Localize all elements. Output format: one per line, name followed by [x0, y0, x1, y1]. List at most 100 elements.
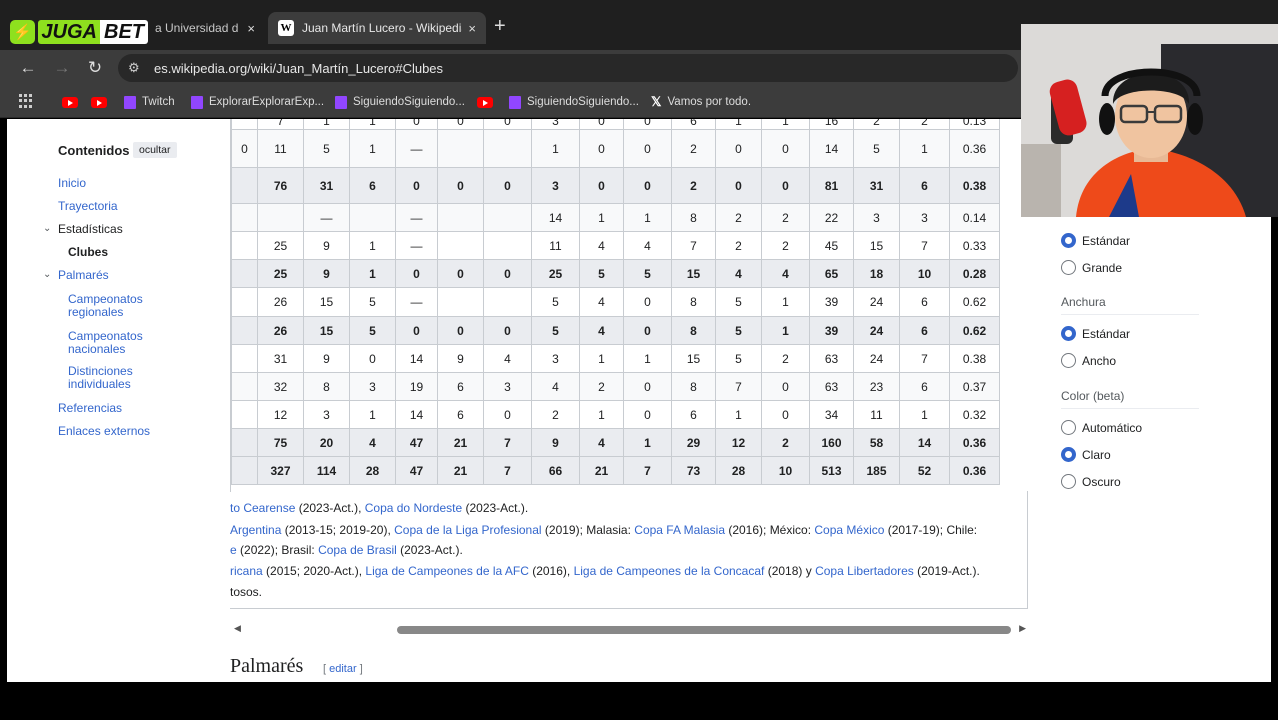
- table-cell: [231, 167, 258, 204]
- table-cell: 21: [437, 456, 484, 485]
- apps-grid-icon[interactable]: [19, 94, 33, 108]
- radio-icon[interactable]: [1061, 233, 1076, 248]
- forward-icon[interactable]: →: [50, 56, 74, 80]
- tab-universidad[interactable]: a Universidad d ×: [145, 12, 265, 44]
- footnote-link[interactable]: Argentina: [230, 523, 281, 537]
- width-wide-radio[interactable]: Ancho: [1061, 353, 1116, 368]
- color-dark-radio[interactable]: Oscuro: [1061, 474, 1121, 489]
- table-cell: 2: [531, 400, 580, 429]
- table-cell: 0.14: [949, 203, 1000, 232]
- bookmark-siguiendo-1[interactable]: SiguiendoSiguiendo...: [335, 94, 465, 110]
- table-of-contents: Contenidos ocultar Inicio Trayectoria ⌄ …: [7, 119, 207, 682]
- chevron-down-icon[interactable]: ⌄: [43, 223, 51, 234]
- table-cell: 1: [623, 203, 672, 232]
- bookmark-youtube-3[interactable]: [477, 94, 499, 110]
- reload-icon[interactable]: ↻: [83, 56, 107, 80]
- table-cell: 66: [531, 456, 580, 485]
- radio-icon[interactable]: [1061, 353, 1076, 368]
- footnote-link[interactable]: Copa do Nordeste: [365, 501, 462, 515]
- table-cell: 5: [349, 316, 396, 345]
- table-horizontal-scrollbar[interactable]: ◀ ▶: [232, 621, 1026, 635]
- table-cell: 3: [483, 372, 532, 401]
- footnote-link[interactable]: e: [230, 543, 237, 557]
- bookmark-twitch[interactable]: Twitch: [124, 94, 175, 110]
- edit-section-link[interactable]: [ editar ]: [323, 663, 363, 675]
- radio-icon[interactable]: [1061, 260, 1076, 275]
- url-text[interactable]: es.wikipedia.org/wiki/Juan_Martín_Lucero…: [154, 61, 443, 76]
- table-cell: 1: [531, 129, 580, 168]
- table-cell: 9: [303, 259, 350, 288]
- footnote-link[interactable]: ricana: [230, 564, 263, 578]
- toc-item-enlaces-externos[interactable]: Enlaces externos: [58, 425, 150, 438]
- table-cell: 0.33: [949, 231, 1000, 260]
- table-cell: 0.38: [949, 167, 1000, 204]
- radio-icon[interactable]: [1061, 474, 1076, 489]
- table-cell: 39: [809, 287, 854, 317]
- footnote-link[interactable]: Liga de Campeones de la AFC: [365, 564, 528, 578]
- toc-item-distinciones-individuales[interactable]: Distinciones individuales: [68, 365, 168, 391]
- table-cell: 1: [349, 119, 396, 130]
- radio-icon[interactable]: [1061, 326, 1076, 341]
- toc-item-estadisticas[interactable]: Estadísticas: [58, 223, 123, 236]
- site-info-icon[interactable]: ⚙: [128, 60, 140, 76]
- table-cell: [483, 203, 532, 232]
- logo-text-juga: JUGA: [38, 20, 100, 44]
- scroll-left-icon[interactable]: ◀: [234, 623, 241, 634]
- new-tab-button[interactable]: +: [494, 16, 506, 36]
- table-cell: 5: [623, 259, 672, 288]
- table-cell: 81: [809, 167, 854, 204]
- table-cell: 1: [623, 344, 672, 373]
- footnote-link[interactable]: Copa de Brasil: [318, 543, 397, 557]
- bookmark-x[interactable]: 𝕏 Vamos por todo.: [651, 94, 751, 110]
- toc-hide-button[interactable]: ocultar: [133, 142, 177, 158]
- tab-wikipedia[interactable]: W Juan Martín Lucero - Wikipedia ×: [268, 12, 486, 44]
- toc-item-campeonatos-regionales[interactable]: Campeonatos regionales: [68, 293, 168, 319]
- close-icon[interactable]: ×: [247, 21, 255, 36]
- close-icon[interactable]: ×: [468, 21, 476, 36]
- table-cell: 0: [761, 129, 810, 168]
- toc-item-campeonatos-nacionales[interactable]: Campeonatos nacionales: [68, 330, 168, 356]
- back-icon[interactable]: ←: [16, 56, 40, 80]
- footnote-link[interactable]: Copa FA Malasia: [634, 523, 725, 537]
- table-cell: 0.37: [949, 372, 1000, 401]
- table-cell: 3: [853, 203, 900, 232]
- text-size-large-radio[interactable]: Grande: [1061, 260, 1122, 275]
- edit-link[interactable]: editar: [329, 663, 357, 675]
- table-cell: 18: [853, 259, 900, 288]
- footnote-link[interactable]: Copa de la Liga Profesional: [394, 523, 541, 537]
- footnote-text: (2022); Brasil:: [236, 543, 319, 557]
- table-cell: 0: [623, 372, 672, 401]
- table-cell: 45: [809, 231, 854, 260]
- table-cell: 7: [623, 456, 672, 485]
- address-bar[interactable]: ⚙ es.wikipedia.org/wiki/Juan_Martín_Luce…: [118, 54, 1018, 82]
- footnote-link[interactable]: to Cearense: [230, 501, 295, 515]
- color-auto-radio[interactable]: Automático: [1061, 420, 1142, 435]
- chevron-down-icon[interactable]: ⌄: [43, 269, 51, 280]
- bookmark-explorar[interactable]: ExplorarExplorarExp...: [191, 94, 324, 110]
- toc-item-clubes[interactable]: Clubes: [68, 246, 108, 259]
- footnote-link[interactable]: Copa Libertadores: [815, 564, 914, 578]
- bookmark-siguiendo-2[interactable]: SiguiendoSiguiendo...: [509, 94, 639, 110]
- bookmark-youtube-2[interactable]: [91, 94, 113, 110]
- toc-item-trayectoria[interactable]: Trayectoria: [58, 200, 118, 213]
- bookmark-youtube-1[interactable]: [62, 94, 84, 110]
- table-cell: 2: [761, 203, 810, 232]
- table-cell: 5: [531, 287, 580, 317]
- text-size-standard-radio[interactable]: Estándar: [1061, 233, 1130, 248]
- table-cell: 0: [761, 167, 810, 204]
- table-cell: [483, 287, 532, 317]
- footnote-link[interactable]: Liga de Campeones de la Concacaf: [574, 564, 765, 578]
- radio-icon[interactable]: [1061, 447, 1076, 462]
- footnote-link[interactable]: Copa México: [814, 523, 884, 537]
- radio-icon[interactable]: [1061, 420, 1076, 435]
- scrollbar-thumb[interactable]: [397, 626, 1011, 634]
- table-cell: 24: [853, 316, 900, 345]
- toc-item-referencias[interactable]: Referencias: [58, 402, 122, 415]
- color-light-radio[interactable]: Claro: [1061, 447, 1111, 462]
- width-standard-radio[interactable]: Estándar: [1061, 326, 1130, 341]
- toc-item-inicio[interactable]: Inicio: [58, 177, 86, 190]
- table-cell: 0.36: [949, 129, 1000, 168]
- scroll-right-icon[interactable]: ▶: [1019, 623, 1026, 634]
- table-cell: 0: [437, 316, 484, 345]
- toc-item-palmares[interactable]: Palmarés: [58, 269, 109, 282]
